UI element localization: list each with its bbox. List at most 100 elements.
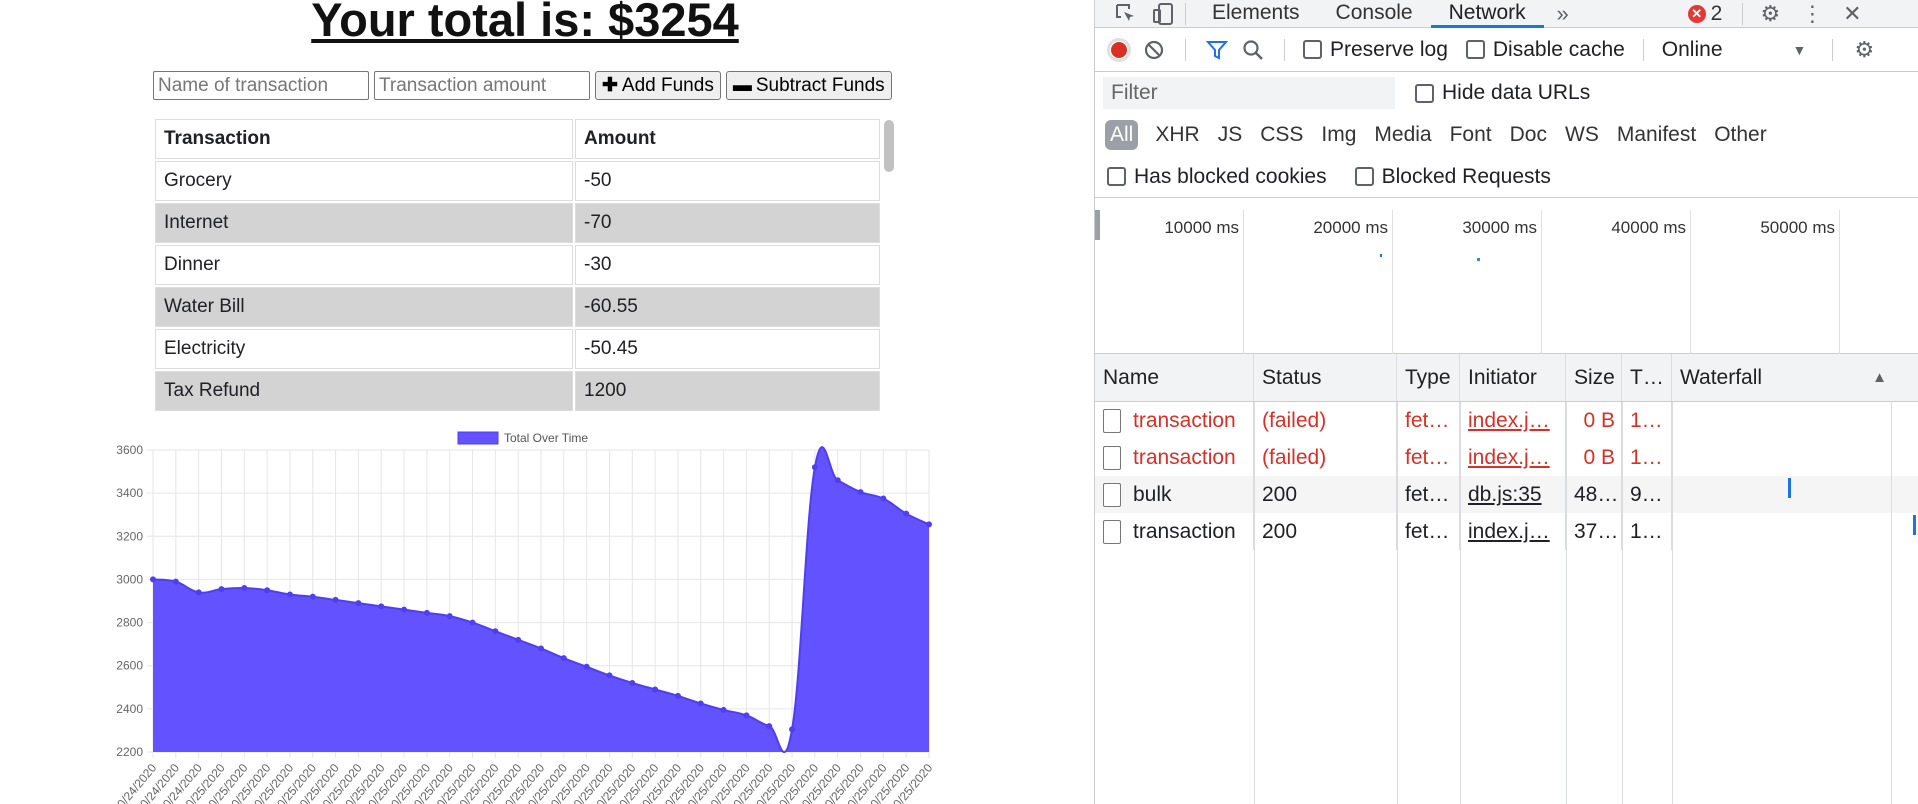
dropdown-arrow-icon: ▼ (1792, 41, 1807, 58)
request-status: (failed) (1254, 439, 1397, 476)
filter-input[interactable]: Filter (1103, 77, 1395, 109)
type-filter-manifest[interactable]: Manifest (1608, 120, 1705, 150)
data-point (857, 489, 864, 496)
type-filter-other[interactable]: Other (1705, 120, 1776, 150)
request-initiator-link[interactable]: index.j… (1460, 402, 1566, 439)
device-toolbar-icon[interactable] (1151, 1, 1177, 27)
has-blocked-cookies-checkbox[interactable]: Has blocked cookies (1107, 165, 1327, 189)
close-icon[interactable]: ✕ (1839, 1, 1865, 27)
legend-label: Total Over Time (504, 431, 588, 445)
error-count: 2 (1710, 1, 1723, 25)
throttling-select[interactable]: Online ▼ (1662, 38, 1807, 62)
checkbox-box[interactable] (1354, 167, 1374, 186)
disable-cache-label: Disable cache (1492, 37, 1625, 61)
type-filter-js[interactable]: JS (1209, 120, 1252, 150)
type-filter-ws[interactable]: WS (1556, 120, 1608, 150)
data-point (652, 686, 659, 693)
column-header-waterfall[interactable]: Waterfall ▲ (1672, 354, 1891, 401)
column-header-transaction: Transaction (155, 119, 573, 159)
type-filter-img[interactable]: Img (1312, 120, 1365, 150)
request-name: transaction (1133, 445, 1236, 469)
tab-network[interactable]: Network (1430, 0, 1544, 28)
settings-gear-icon[interactable]: ⚙ (1757, 1, 1783, 27)
toolbar-divider (1742, 2, 1744, 25)
more-options-icon[interactable]: ⋮ (1799, 1, 1825, 27)
transaction-amount-input[interactable] (374, 71, 590, 100)
request-status: 200 (1254, 513, 1397, 550)
total-heading: Your total is: $3254 (311, 0, 739, 46)
data-point (195, 589, 202, 596)
column-header-name[interactable]: Name (1095, 354, 1254, 401)
transactions-table-container[interactable]: Transaction Amount Grocery -50 Internet -7… (153, 117, 900, 417)
column-header-initiator[interactable]: Initiator (1460, 354, 1566, 401)
transaction-amount: 1200 (575, 371, 880, 411)
network-request-row[interactable]: transaction (failed) fet… index.j… 0 B 1… (1095, 402, 1918, 439)
network-settings-gear-icon[interactable]: ⚙ (1851, 37, 1877, 63)
data-point (834, 477, 841, 484)
tab-elements[interactable]: Elements (1194, 0, 1318, 28)
hide-data-urls-checkbox[interactable]: Hide data URLs (1415, 81, 1590, 105)
request-size: 37… (1566, 513, 1622, 550)
preserve-log-checkbox[interactable]: Preserve log (1303, 38, 1448, 62)
type-filter-css[interactable]: CSS (1251, 120, 1312, 150)
network-request-table: Name Status Type Initiator Size T… Water… (1095, 354, 1918, 804)
checkbox-box[interactable] (1415, 83, 1434, 103)
subtract-funds-button[interactable]: ▬ Subtract Funds (725, 71, 892, 100)
column-header-size[interactable]: Size (1566, 354, 1622, 401)
request-initiator-link[interactable]: db.js:35 (1460, 476, 1566, 513)
network-request-row[interactable]: transaction (failed) fet… index.j… 0 B 1… (1095, 439, 1918, 476)
type-filter-all[interactable]: All (1105, 120, 1139, 150)
type-filter-media[interactable]: Media (1365, 120, 1440, 150)
table-row: Internet -70 (155, 203, 880, 243)
error-icon: ✕ (1687, 4, 1706, 23)
transaction-name-input[interactable] (153, 71, 369, 100)
transaction-amount: -50 (575, 161, 880, 201)
checkbox-box[interactable] (1107, 167, 1126, 186)
checkbox-box[interactable] (1303, 40, 1322, 59)
table-row: Electricity -50.45 (155, 329, 880, 369)
blocked-requests-checkbox[interactable]: Blocked Requests (1354, 164, 1551, 189)
type-filter-font[interactable]: Font (1441, 120, 1501, 150)
filter-icon[interactable] (1204, 37, 1230, 63)
type-filter-doc[interactable]: Doc (1501, 120, 1556, 150)
overview-tick: 40000 ms (1611, 210, 1691, 354)
add-funds-button[interactable]: ✚ Add Funds (595, 71, 721, 100)
table-scrollbar[interactable] (884, 120, 894, 172)
data-point (538, 645, 544, 652)
search-icon[interactable] (1240, 37, 1266, 63)
type-filter-xhr[interactable]: XHR (1146, 120, 1208, 150)
overview-handle[interactable] (1095, 210, 1100, 240)
data-point (674, 692, 681, 699)
data-point (332, 596, 339, 603)
checkbox-box[interactable] (1465, 40, 1485, 59)
request-name: bulk (1133, 482, 1172, 506)
record-button[interactable] (1107, 37, 1131, 62)
data-point (355, 600, 362, 607)
network-request-row[interactable]: transaction 200 fet… index.j… 37… 1… (1095, 513, 1918, 550)
document-icon (1103, 482, 1121, 507)
error-count-badge[interactable]: ✕ 2 (1687, 1, 1723, 26)
network-request-row[interactable]: bulk 200 fet… db.js:35 48… 9… (1095, 476, 1918, 513)
has-blocked-cookies-label: Has blocked cookies (1134, 164, 1327, 188)
more-tabs-chevron-icon[interactable]: » (1550, 1, 1576, 27)
request-size: 0 B (1566, 439, 1622, 476)
network-overview-timeline[interactable]: 10000 ms 20000 ms 30000 ms 40000 ms 5000… (1095, 210, 1918, 354)
column-header-time[interactable]: T… (1622, 354, 1672, 401)
clear-icon[interactable] (1141, 37, 1167, 63)
y-tick-label: 2600 (116, 659, 143, 673)
waterfall-bar (1788, 478, 1791, 498)
request-initiator-link[interactable]: index.j… (1460, 439, 1566, 476)
overview-request-mark (1380, 254, 1382, 257)
devtools-panel: Elements Console Network » ✕ 2 ⚙ ⋮ ✕ Pre… (1094, 0, 1918, 804)
overview-tick: 20000 ms (1313, 210, 1393, 354)
overview-tick: 50000 ms (1760, 210, 1840, 354)
blocked-requests-label: Blocked Requests (1381, 164, 1551, 188)
transaction-amount: -60.55 (575, 287, 880, 327)
disable-cache-checkbox[interactable]: Disable cache (1465, 37, 1625, 62)
request-initiator-link[interactable]: index.j… (1460, 513, 1566, 550)
column-header-type[interactable]: Type (1397, 354, 1460, 401)
data-point (378, 603, 385, 610)
column-header-status[interactable]: Status (1254, 354, 1397, 401)
tab-console[interactable]: Console (1318, 0, 1431, 28)
inspect-element-icon[interactable] (1113, 1, 1139, 27)
